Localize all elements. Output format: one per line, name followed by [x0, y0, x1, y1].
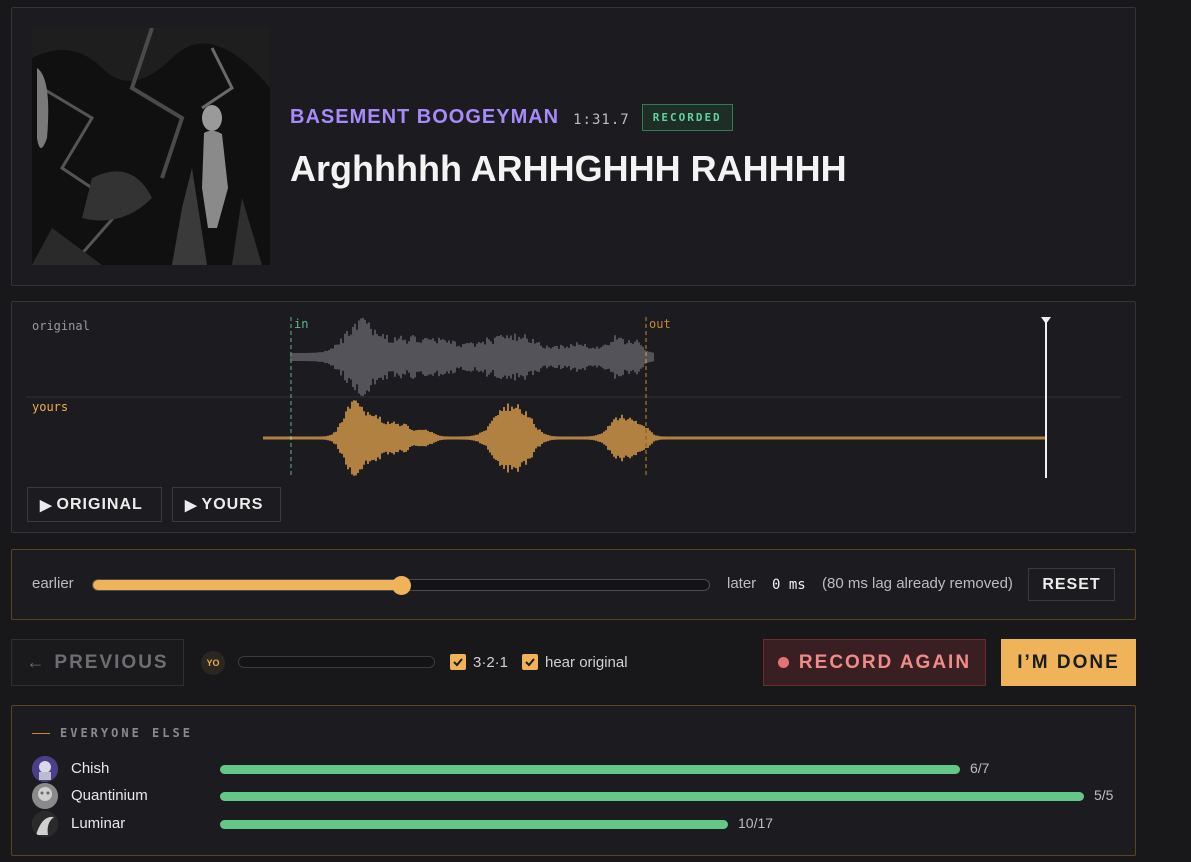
user-name: Luminar: [71, 815, 126, 832]
everyone-else-title: EVERYONE ELSE: [60, 726, 193, 740]
playhead-handle: [1041, 317, 1051, 324]
score-bar: [220, 765, 960, 774]
list-item[interactable]: Quantinium 5/5: [32, 783, 1122, 809]
artist-name[interactable]: BASEMENT BOOGEYMAN: [290, 106, 559, 129]
album-cover: [32, 28, 270, 265]
offset-slider-handle[interactable]: [392, 576, 411, 595]
avatar: [32, 811, 58, 837]
hear-original-label[interactable]: hear original: [545, 654, 628, 671]
play-icon: ▶: [185, 496, 198, 514]
score-text: 10/17: [738, 815, 774, 831]
everyone-else-heading: EVERYONE ELSE: [32, 726, 193, 740]
waveform-panel: original yours in out ▶ ORIGINAL ▶ YOURS: [11, 301, 1136, 533]
offset-value: 0 ms: [772, 577, 806, 593]
out-marker-label[interactable]: out: [649, 317, 671, 331]
previous-button[interactable]: ← PREVIOUS: [11, 639, 184, 686]
yours-lane-label: yours: [32, 400, 69, 414]
earlier-label: earlier: [32, 575, 74, 592]
artist-row: BASEMENT BOOGEYMAN 1:31.7 RECORDED: [290, 104, 733, 131]
everyone-else-panel: EVERYONE ELSE Chish 6/7 Quantinium 5/5 L…: [11, 705, 1136, 856]
offset-panel: earlier later 0 ms (80 ms lag already re…: [11, 549, 1136, 620]
play-original-button[interactable]: ▶ ORIGINAL: [27, 487, 162, 522]
in-marker-label[interactable]: in: [294, 317, 308, 331]
arrow-left-icon: ←: [26, 652, 47, 672]
input-level-meter: [238, 656, 435, 668]
play-yours-button[interactable]: ▶ YOURS: [172, 487, 281, 522]
avatar: [32, 783, 58, 809]
track-title: Arghhhhh ARHHGHHH RAHHHH: [290, 148, 847, 189]
offset-slider-fill: [93, 580, 401, 590]
offset-slider[interactable]: [92, 576, 710, 595]
track-duration: 1:31.7: [573, 111, 630, 128]
list-item[interactable]: Luminar 10/17: [32, 811, 1122, 837]
reset-button[interactable]: RESET: [1028, 568, 1115, 601]
user-name: Chish: [71, 760, 110, 777]
play-icon: ▶: [40, 496, 53, 514]
track-header: BASEMENT BOOGEYMAN 1:31.7 RECORDED Arghh…: [11, 7, 1136, 286]
avatar: YO: [201, 651, 225, 675]
record-again-label: RECORD AGAIN: [798, 651, 972, 673]
score-text: 6/7: [970, 760, 990, 776]
lag-note: (80 ms lag already removed): [822, 575, 1013, 592]
status-badge: RECORDED: [641, 104, 733, 131]
score-text: 5/5: [1094, 787, 1114, 803]
countdown-checkbox[interactable]: [450, 654, 466, 670]
play-yours-label: YOURS: [201, 495, 264, 513]
list-item[interactable]: Chish 6/7: [32, 756, 1122, 782]
previous-label: PREVIOUS: [54, 651, 169, 673]
heading-dash: [32, 732, 50, 734]
original-waveform: [290, 317, 654, 397]
score-bar: [220, 820, 728, 829]
hear-original-checkbox[interactable]: [522, 654, 538, 670]
score-bar: [220, 792, 1084, 801]
user-name: Quantinium: [71, 787, 148, 804]
waveform-canvas[interactable]: [26, 312, 1121, 480]
checkmark-icon: [453, 658, 463, 667]
avatar: [32, 756, 58, 782]
later-label: later: [727, 575, 757, 592]
original-lane-label: original: [32, 319, 90, 333]
record-again-button[interactable]: RECORD AGAIN: [763, 639, 986, 686]
done-button[interactable]: I’M DONE: [1001, 639, 1136, 686]
countdown-label[interactable]: 3·2·1: [473, 654, 508, 671]
record-dot-icon: [777, 657, 789, 668]
checkmark-icon: [525, 658, 535, 667]
yours-waveform: [263, 400, 1047, 476]
play-original-label: ORIGINAL: [56, 495, 143, 513]
